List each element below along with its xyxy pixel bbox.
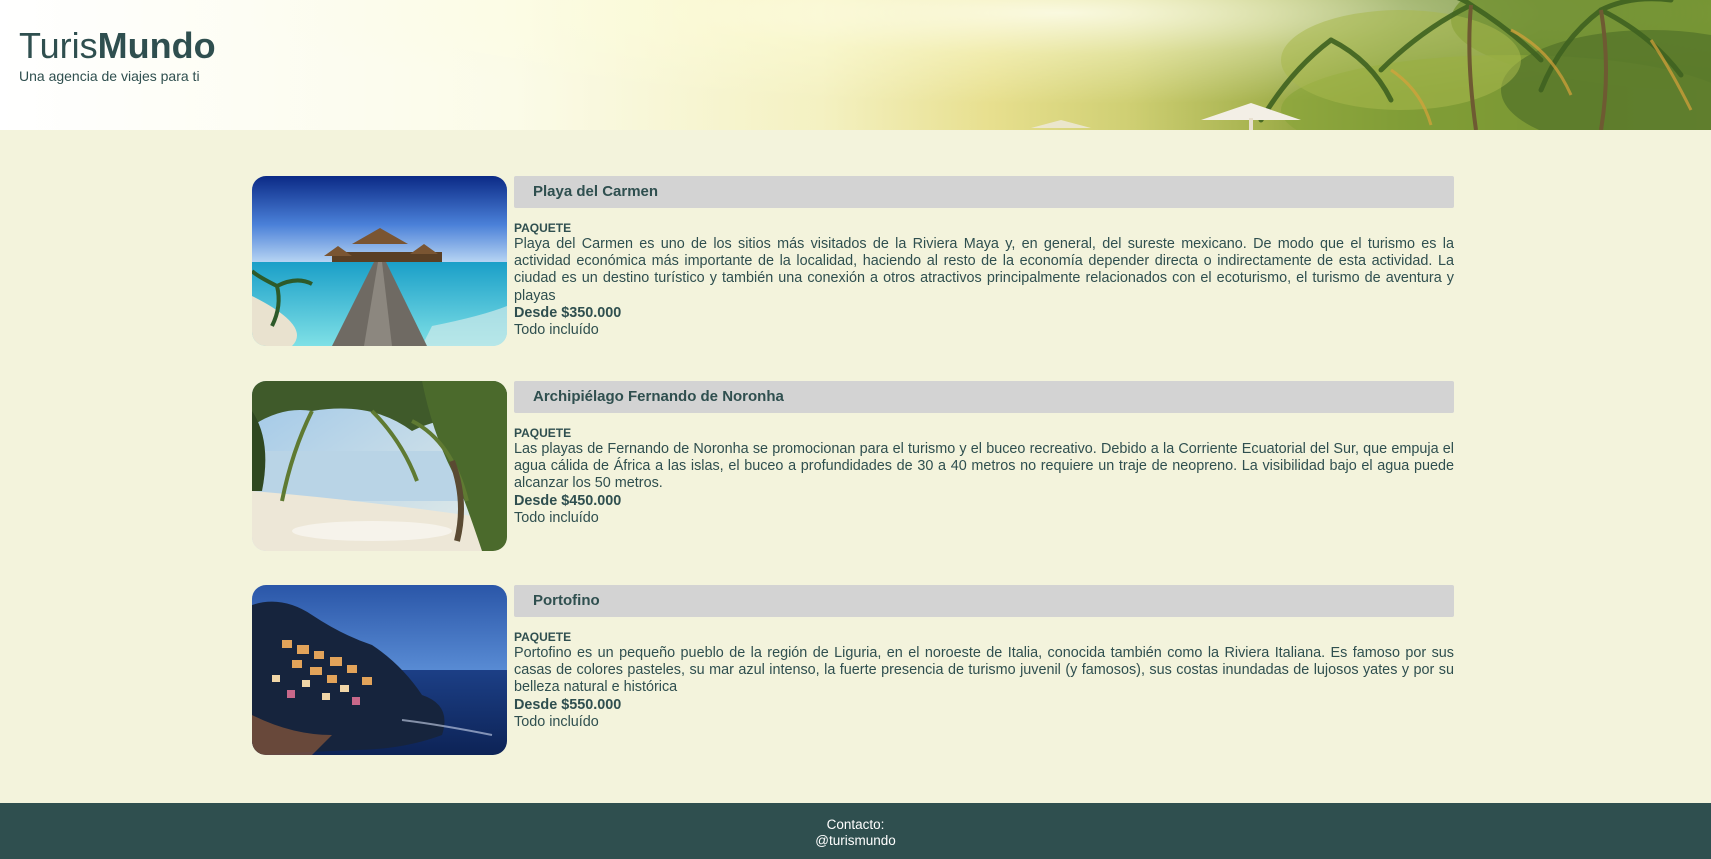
brand[interactable]: TurisMundo Una agencia de viajes para ti [19,24,216,84]
package-image-fernando-de-noronha [252,381,507,551]
package-description: Portofino es un pequeño pueblo de la reg… [514,645,1454,696]
package-description: Las playas de Fernando de Noronha se pro… [514,441,1454,492]
brand-name-light: Turis [19,25,98,66]
package-title[interactable]: Portofino [514,585,1454,617]
header-palm-banner [1031,0,1711,130]
brand-tagline: Una agencia de viajes para ti [19,68,200,84]
package-kind: PAQUETE [514,221,572,235]
package-includes: Todo incluído [514,509,599,526]
package-title[interactable]: Playa del Carmen [514,176,1454,208]
footer-contact-label: Contacto: [826,817,885,832]
package-price: Desde $350.000 [514,304,622,321]
package-includes: Todo incluído [514,322,599,339]
package-title[interactable]: Archipiélago Fernando de Noronha [514,381,1454,413]
package-body: Archipiélago Fernando de Noronha PAQUETE… [514,381,1454,527]
package-price: Desde $550.000 [514,696,622,713]
package-price: Desde $450.000 [514,492,622,509]
beach-pier-image [252,176,507,346]
brand-name-bold: Mundo [97,25,216,66]
package-kind: PAQUETE [514,426,572,440]
package-body: Portofino PAQUETE Portofino es un pequeñ… [514,585,1454,731]
tropical-beach-image [252,381,507,551]
brand-logo-title[interactable]: TurisMundo [19,24,216,68]
package-card: Archipiélago Fernando de Noronha PAQUETE… [252,381,1454,551]
site-header: TurisMundo Una agencia de viajes para ti [0,0,1711,130]
package-description: Playa del Carmen es uno de los sitios má… [514,236,1454,304]
package-includes: Todo incluído [514,713,599,730]
site-footer: Contacto: @turismundo [0,803,1711,859]
package-card: Playa del Carmen PAQUETE Playa del Carme… [252,176,1454,346]
footer-social-handle[interactable]: @turismundo [0,833,1711,849]
package-body: Playa del Carmen PAQUETE Playa del Carme… [514,176,1454,339]
package-image-portofino [252,585,507,755]
packages-list: Playa del Carmen PAQUETE Playa del Carme… [0,130,1711,803]
package-card: Portofino PAQUETE Portofino es un pequeñ… [252,585,1454,755]
package-kind: PAQUETE [514,630,572,644]
package-image-playa-del-carmen [252,176,507,346]
coastal-town-night-image [252,585,507,755]
